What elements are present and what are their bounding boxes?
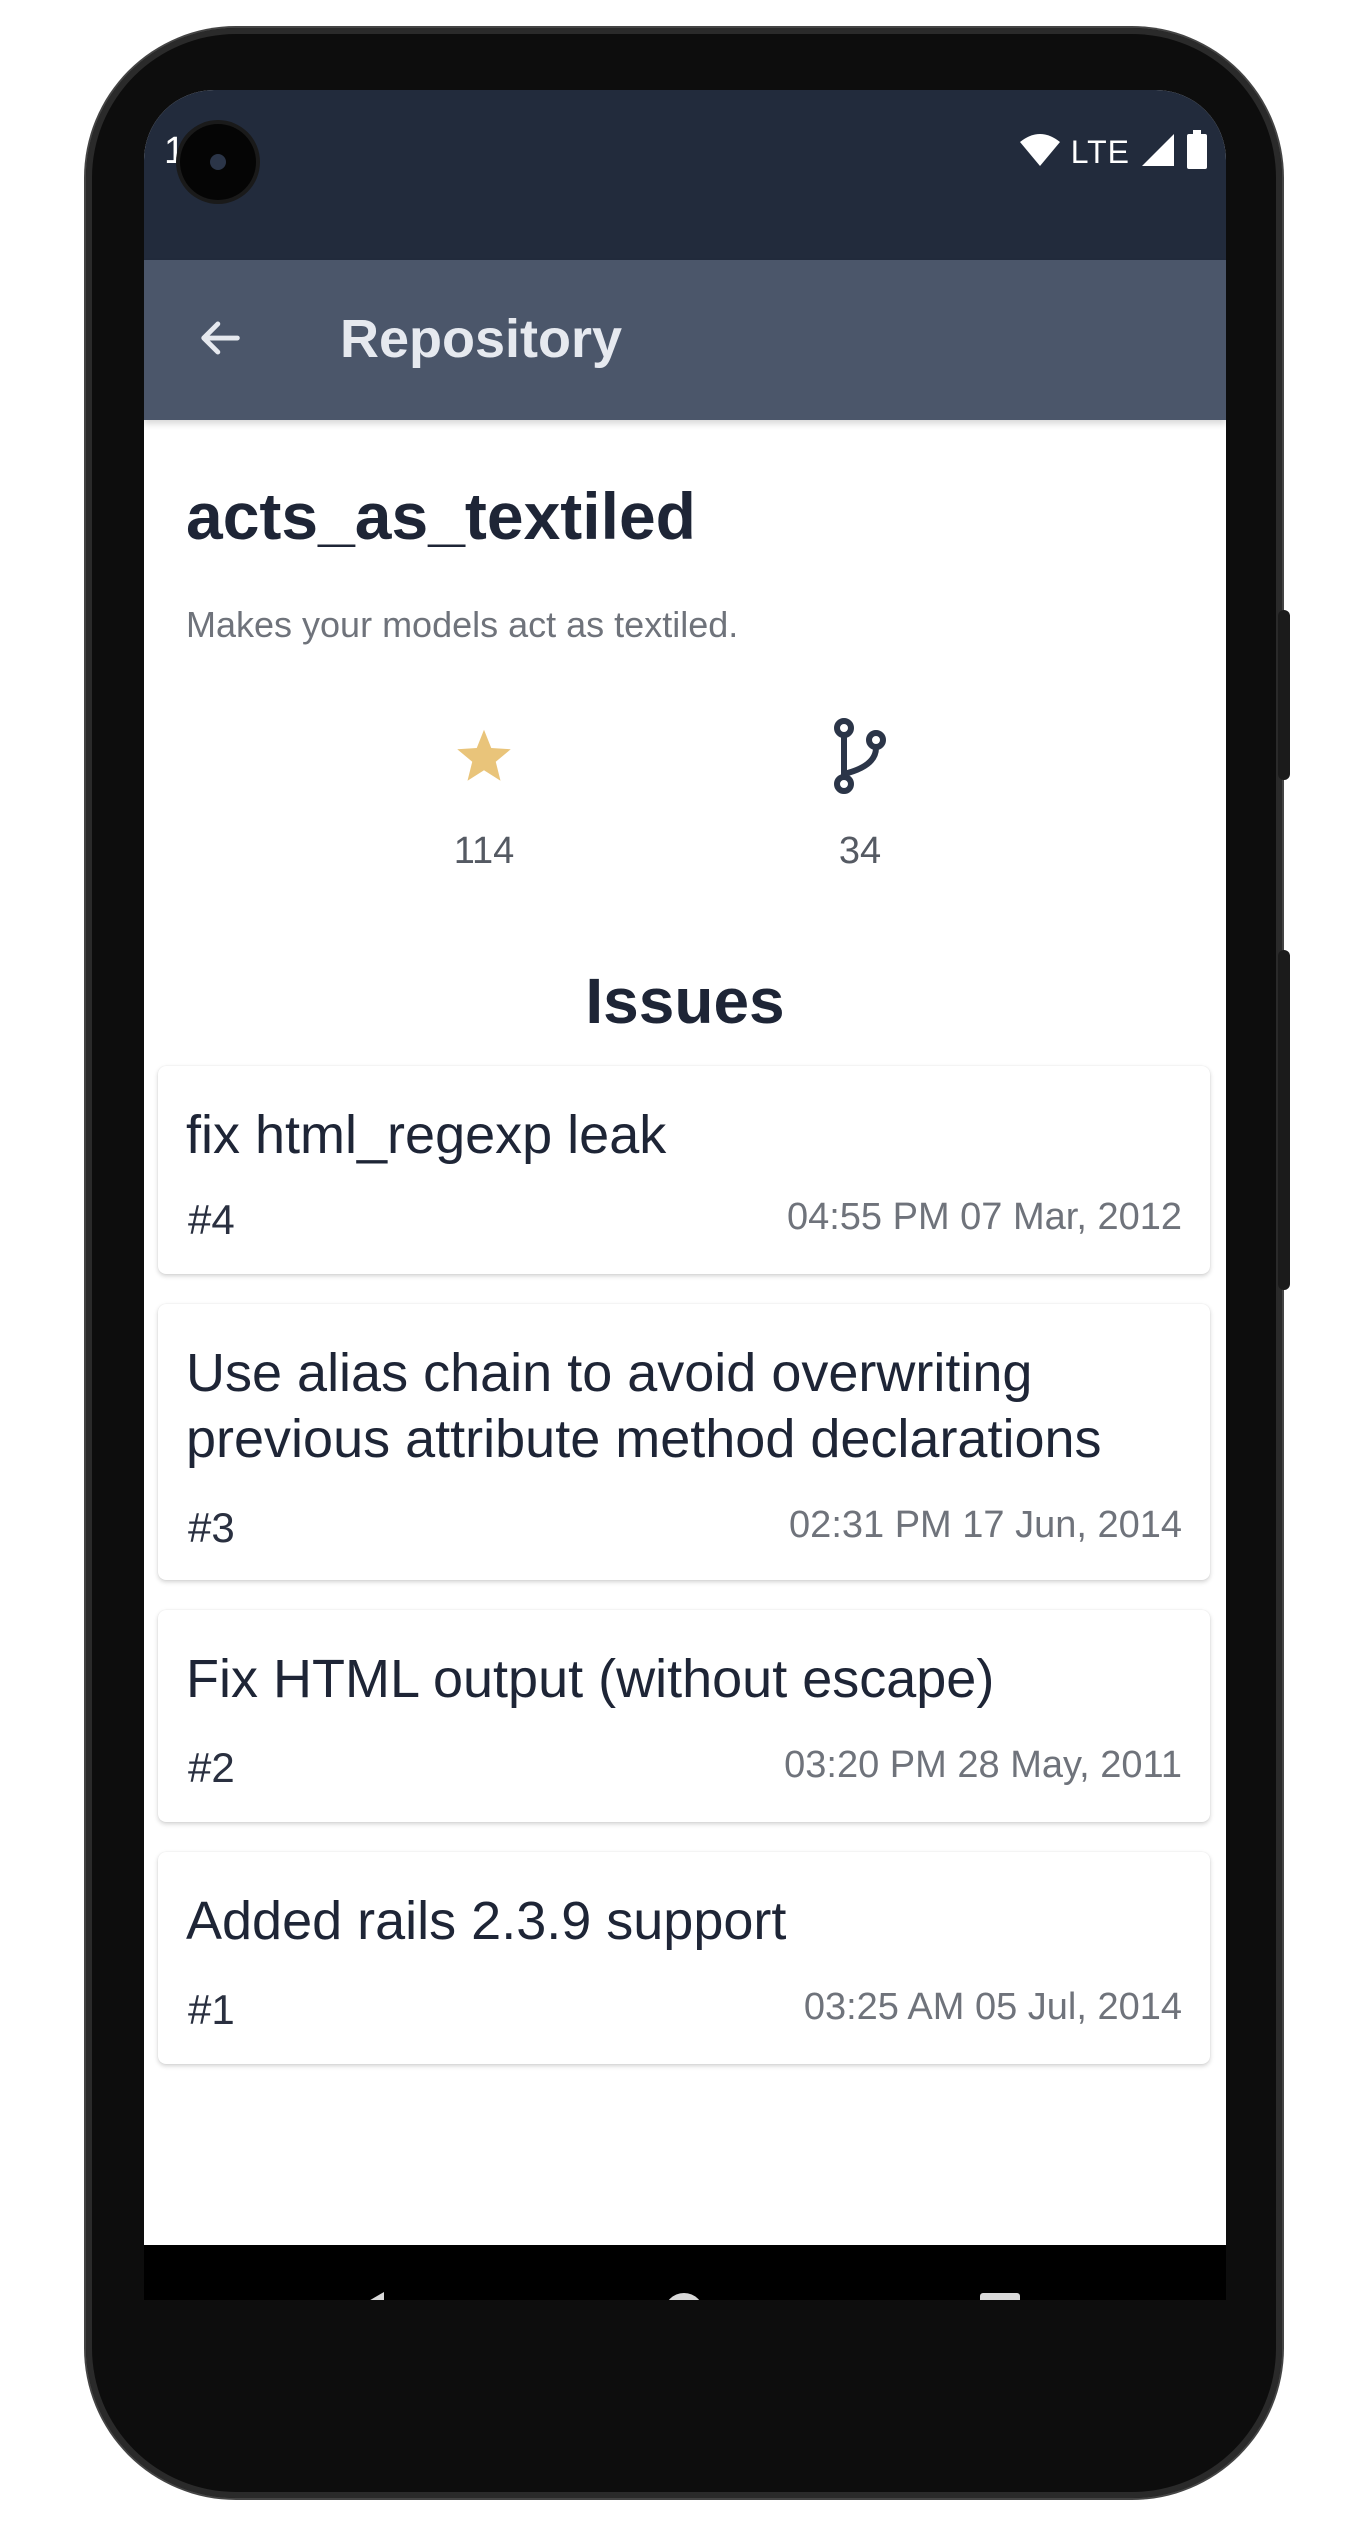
front-camera	[180, 124, 256, 200]
issue-card[interactable]: Fix HTML output (without escape) #2 03:2…	[158, 1610, 1210, 1822]
issue-card[interactable]: Use alias chain to avoid overwriting pre…	[158, 1304, 1210, 1580]
status-icons: LTE	[1019, 130, 1208, 175]
issue-number: #1	[188, 1986, 235, 2033]
stars-count: 114	[453, 830, 515, 872]
issue-title: Added rails 2.3.9 support	[186, 1891, 787, 1951]
square-recents-icon	[979, 2292, 1021, 2300]
app-bar-title: Repository	[340, 309, 623, 369]
issue-number: #4	[188, 1196, 235, 1243]
triangle-back-icon	[346, 2290, 386, 2300]
page: 1:00 LTE	[0, 0, 1370, 2534]
repository-description: Makes your models act as textiled.	[186, 604, 739, 645]
wifi-icon	[1019, 132, 1061, 173]
forks-stat: 34	[760, 717, 960, 873]
issue-title: Fix HTML output (without escape)	[186, 1649, 995, 1709]
issue-date: 04:55 PM 07 Mar, 2012	[786, 1196, 1182, 1238]
fork-icon	[832, 717, 888, 799]
system-navigation-bar	[144, 2245, 1226, 2300]
forks-count: 34	[838, 830, 882, 872]
star-icon	[454, 727, 514, 790]
power-button	[1278, 610, 1290, 780]
issue-card[interactable]: fix html_regexp leak #4 04:55 PM 07 Mar,…	[158, 1066, 1210, 1274]
issue-date: 02:31 PM 17 Jun, 2014	[789, 1504, 1182, 1546]
stars-stat: 114	[384, 718, 584, 873]
screen: 1:00 LTE	[144, 90, 1226, 2300]
app-bar: Repository	[144, 260, 1226, 420]
back-button[interactable]	[184, 304, 256, 376]
arrow-left-icon	[194, 312, 246, 369]
battery-icon	[1186, 130, 1208, 175]
network-type: LTE	[1070, 134, 1130, 170]
issue-card[interactable]: Added rails 2.3.9 support #1 03:25 AM 05…	[158, 1852, 1210, 2064]
volume-button	[1278, 950, 1290, 1290]
issue-title: Use alias chain to avoid overwriting pre…	[186, 1343, 1102, 1469]
repository-name: acts_as_textiled	[186, 479, 696, 553]
nav-back-button[interactable]	[326, 2275, 406, 2300]
circle-home-icon	[663, 2292, 705, 2300]
issue-number: #3	[188, 1504, 235, 1551]
status-bar: 1:00 LTE	[144, 90, 1226, 260]
nav-recents-button[interactable]	[960, 2275, 1040, 2300]
issue-date: 03:20 PM 28 May, 2011	[784, 1744, 1182, 1786]
issue-date: 03:25 AM 05 Jul, 2014	[803, 1986, 1182, 2028]
signal-icon	[1140, 132, 1176, 173]
issues-heading: Issues	[585, 965, 785, 1037]
nav-home-button[interactable]	[644, 2275, 724, 2300]
issue-number: #2	[188, 1744, 235, 1791]
issue-title: fix html_regexp leak	[186, 1105, 667, 1165]
